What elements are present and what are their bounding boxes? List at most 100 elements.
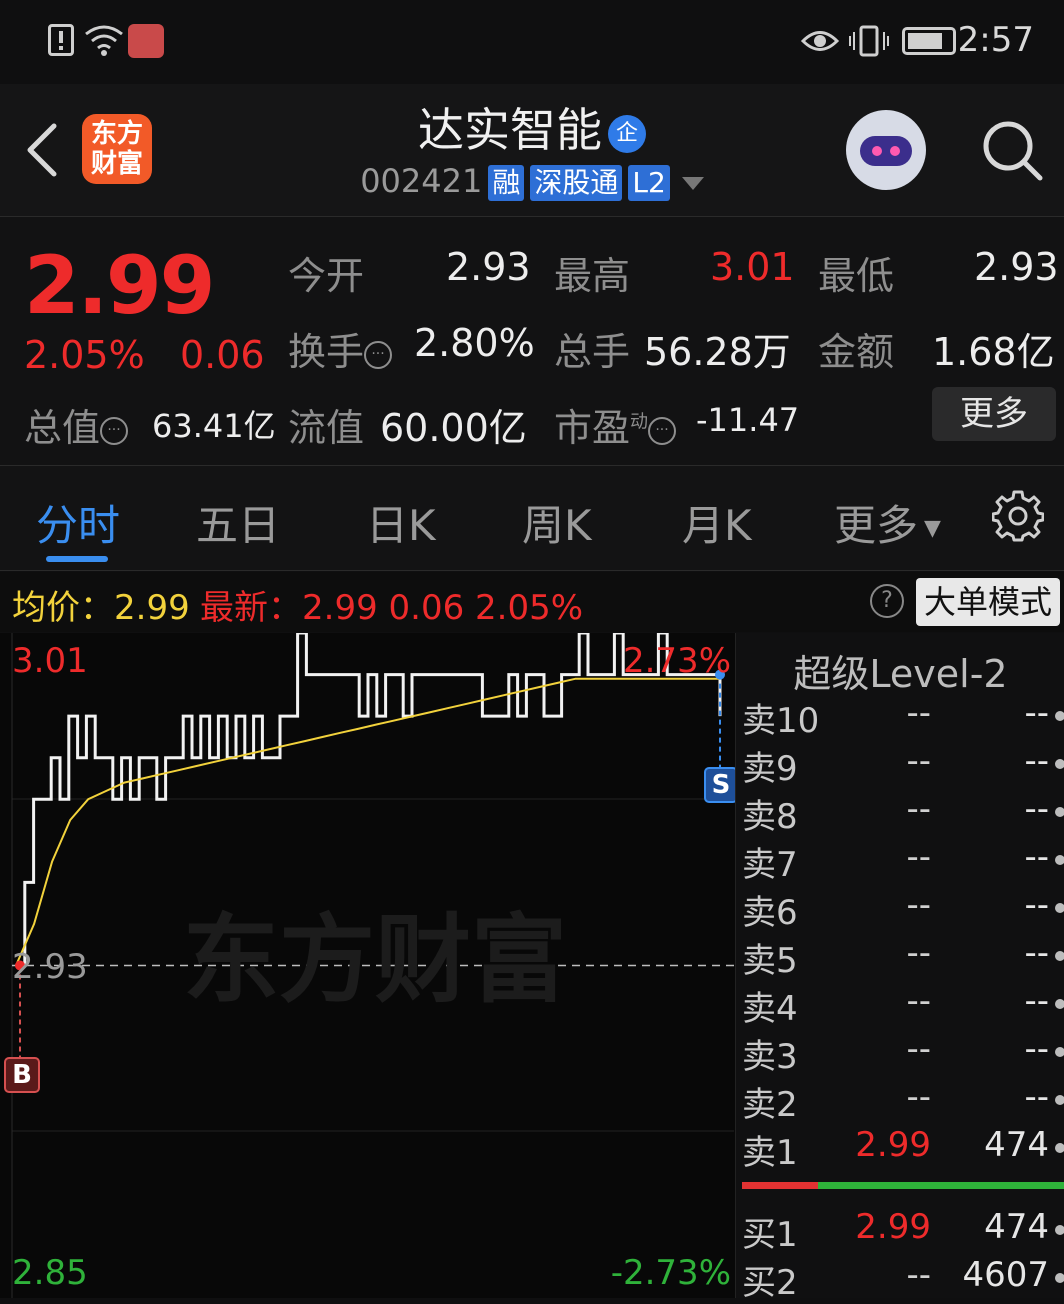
row-dot-icon <box>1055 1273 1064 1283</box>
active-tab-indicator <box>46 556 108 562</box>
watermark: 东方财富 <box>183 904 567 1016</box>
help-icon[interactable]: ? <box>870 584 904 618</box>
bid-row[interactable]: 买1 2.99 474 <box>736 1207 1064 1255</box>
buy-marker[interactable]: B <box>4 1057 40 1093</box>
status-bar: 2:57 <box>0 0 1064 84</box>
ask-price: -- <box>906 741 931 781</box>
pe-label: 市盈动 ··· <box>554 397 677 452</box>
ask-qty: -- <box>1024 885 1049 925</box>
y-mid-label: 2.93 <box>12 947 88 987</box>
wifi-icon <box>85 25 123 56</box>
low-label: 最低 <box>818 254 895 298</box>
average-price-text: 均价：2.99 <box>12 588 190 628</box>
y-max-label: 3.01 <box>12 641 88 681</box>
ask-row[interactable]: 卖5 -- -- <box>736 933 1064 981</box>
ask-label: 卖4 <box>742 989 798 1029</box>
info-dots-icon[interactable]: ··· <box>364 340 393 369</box>
quote-panel: 2.99 2.05% 0.06 今开 2.93 最高 3.01 最低 2.93 … <box>0 217 1064 466</box>
buy-strength-bar <box>818 1182 1064 1189</box>
ask-qty: -- <box>1024 1029 1049 1069</box>
turnover-value: 2.80% <box>414 321 535 365</box>
row-dot-icon <box>1055 711 1064 721</box>
huawei-app-icon <box>128 24 164 58</box>
search-icon[interactable] <box>980 118 1044 182</box>
stock-header: 东方 财富 达实智能企 002421 融深股通 L2 <box>0 84 1064 217</box>
bid-qty: 474 <box>984 1207 1049 1247</box>
row-dot-icon <box>1055 1047 1064 1057</box>
tab-weekly-k[interactable]: 周K <box>522 492 592 553</box>
info-dots-icon[interactable]: ··· <box>100 416 129 445</box>
tab-monthly-k[interactable]: 月K <box>682 492 752 553</box>
intraday-chart[interactable]: 东方财富 3.01 2.73% 2.93 2.85 -2.73% B S <box>0 633 738 1298</box>
row-dot-icon <box>1055 759 1064 769</box>
settings-gear-icon[interactable] <box>992 490 1044 542</box>
ask-qty: -- <box>1024 933 1049 973</box>
ask-label: 卖5 <box>742 941 798 981</box>
volume-label: 总手 <box>554 330 631 374</box>
volume-value: 56.28万 <box>644 330 791 374</box>
pct-max-label: 2.73% <box>622 641 731 681</box>
open-label: 今开 <box>288 254 365 298</box>
ask-price: -- <box>906 693 931 733</box>
pe-value: -11.47 <box>696 401 800 439</box>
tab-five-day[interactable]: 五日 <box>196 492 280 553</box>
change-percent: 2.05% <box>24 333 145 377</box>
ask-label: 卖1 <box>742 1133 798 1173</box>
ask-price: -- <box>906 1077 931 1117</box>
ask-row[interactable]: 卖7 -- -- <box>736 837 1064 885</box>
row-dot-icon <box>1055 855 1064 865</box>
turnover-label: 换手 ··· <box>288 321 393 376</box>
tag-margin: 融 <box>488 165 525 201</box>
row-dot-icon <box>1055 807 1064 817</box>
stock-code: 002421 <box>360 162 483 200</box>
ask-label: 卖10 <box>742 701 820 741</box>
sell-marker[interactable]: S <box>704 767 738 803</box>
ask-price: -- <box>906 933 931 973</box>
robot-assistant-icon[interactable] <box>846 110 926 190</box>
ask-price: 2.99 <box>855 1125 931 1165</box>
ask-row[interactable]: 卖2 -- -- <box>736 1077 1064 1125</box>
ask-row[interactable]: 卖4 -- -- <box>736 981 1064 1029</box>
ask-row[interactable]: 卖1 2.99 474 <box>736 1125 1064 1173</box>
tab-intraday[interactable]: 分时 <box>36 492 120 553</box>
bid-label: 买1 <box>742 1215 798 1255</box>
ask-qty: -- <box>1024 693 1049 733</box>
ask-qty: -- <box>1024 1077 1049 1117</box>
current-price: 2.99 <box>24 239 215 332</box>
chart-tabs: 分时 五日 日K 周K 月K 更多 ▼ <box>0 466 1064 571</box>
ask-label: 卖3 <box>742 1037 798 1077</box>
ask-row[interactable]: 卖9 -- -- <box>736 741 1064 789</box>
big-order-mode-button[interactable]: 大单模式 <box>916 578 1060 626</box>
latest-price-text: 最新：2.99 0.06 2.05% <box>200 588 584 628</box>
vibrate-icon <box>849 25 889 57</box>
dropdown-caret-icon[interactable] <box>681 176 704 190</box>
more-button[interactable]: 更多 <box>932 387 1056 441</box>
row-dot-icon <box>1055 903 1064 913</box>
alert-icon <box>48 24 74 56</box>
ask-row[interactable]: 卖6 -- -- <box>736 885 1064 933</box>
tab-daily-k[interactable]: 日K <box>366 492 436 553</box>
tab-more[interactable]: 更多 ▼ <box>834 492 941 553</box>
ask-price: -- <box>906 885 931 925</box>
ask-price: -- <box>906 981 931 1021</box>
ask-qty: -- <box>1024 789 1049 829</box>
tag-l2: L2 <box>628 165 670 201</box>
bid-row[interactable]: 买2 -- 4607 <box>736 1255 1064 1303</box>
row-dot-icon <box>1055 1143 1064 1153</box>
ask-label: 卖2 <box>742 1085 798 1125</box>
ask-price: -- <box>906 837 931 877</box>
ask-row[interactable]: 卖8 -- -- <box>736 789 1064 837</box>
bid-qty: 4607 <box>962 1255 1049 1295</box>
change-amount: 0.06 <box>180 333 265 377</box>
ask-row[interactable]: 卖10 -- -- <box>736 693 1064 741</box>
high-label: 最高 <box>554 254 631 298</box>
ask-qty: -- <box>1024 837 1049 877</box>
ask-row[interactable]: 卖3 -- -- <box>736 1029 1064 1077</box>
float-label: 流值 <box>288 406 365 450</box>
battery-icon <box>902 27 956 55</box>
mktcap-value: 63.41亿 <box>152 407 276 445</box>
dropdown-triangle-icon: ▼ <box>924 516 941 541</box>
info-dots-icon[interactable]: ··· <box>648 416 677 445</box>
amount-label: 金额 <box>818 330 895 374</box>
row-dot-icon <box>1055 1095 1064 1105</box>
